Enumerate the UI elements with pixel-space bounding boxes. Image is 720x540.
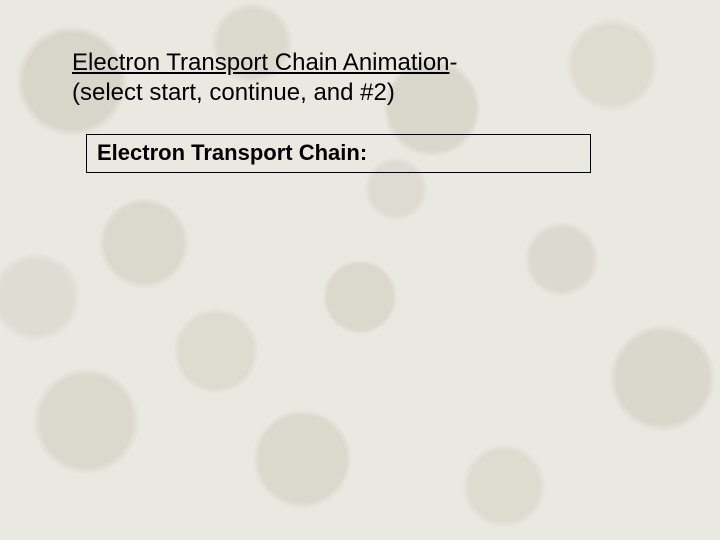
title-subtitle: (select start, continue, and #2) xyxy=(72,78,648,108)
slide: Electron Transport Chain Animation- (sel… xyxy=(0,0,720,540)
title-link[interactable]: Electron Transport Chain Animation xyxy=(72,49,450,76)
callout-box: Electron Transport Chain: xyxy=(86,134,591,173)
callout-heading: Electron Transport Chain: xyxy=(97,140,367,165)
title-suffix: - xyxy=(450,49,458,76)
title-block: Electron Transport Chain Animation- (sel… xyxy=(72,48,648,108)
